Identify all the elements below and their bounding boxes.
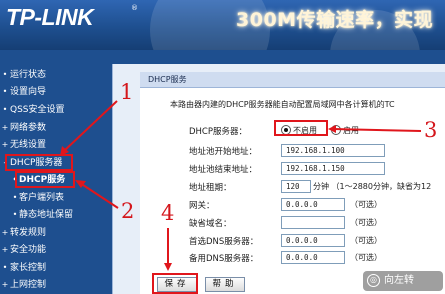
arrow-4-head xyxy=(164,263,172,271)
arrow-3-head xyxy=(328,125,336,133)
annotation-number-2: 2 xyxy=(121,199,135,223)
arrow-3-line xyxy=(332,128,422,132)
annotation-number-3: 3 xyxy=(424,118,438,142)
annotation-number-1: 1 xyxy=(120,80,134,104)
compass-icon: ◎ xyxy=(367,274,380,287)
watermark-text: 向左转 xyxy=(384,275,414,286)
annotation-number-4: 4 xyxy=(161,201,175,225)
annotation-arrows xyxy=(60,100,422,271)
arrow-1-line xyxy=(63,100,118,152)
arrow-2-line xyxy=(79,182,119,209)
watermark: ◎ 向左转 xyxy=(363,271,443,291)
